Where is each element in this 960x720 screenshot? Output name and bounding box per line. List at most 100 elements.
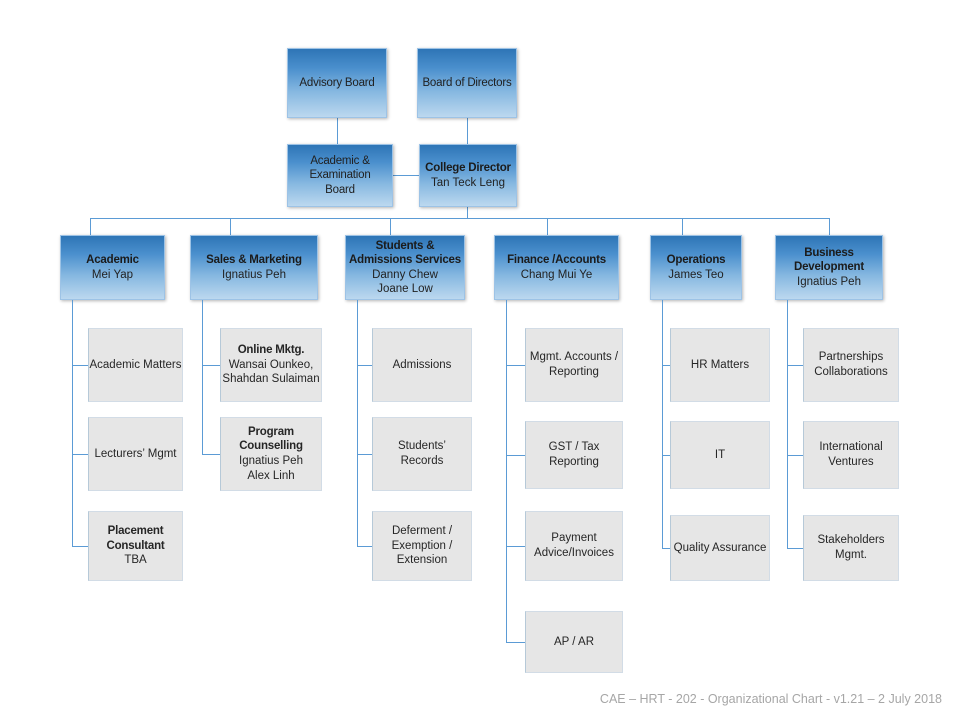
- leaf-sales-marketing-1[interactable]: Program Counselling Ignatius Peh Alex Linh: [220, 417, 322, 491]
- leaf-academic-1[interactable]: Lecturers’ Mgmt: [88, 417, 183, 491]
- leaf-finance-accounts-0[interactable]: Mgmt. Accounts / Reporting: [525, 328, 623, 402]
- advisory-board-title: Advisory Board: [299, 76, 375, 89]
- connector-spine-academic: [72, 300, 73, 546]
- leaf-person: Ignatius Peh: [239, 455, 303, 467]
- node-advisory-board[interactable]: Advisory Board: [287, 48, 387, 118]
- connector-leaf-finance-accounts-1: [506, 455, 525, 456]
- leaf-finance-accounts-2[interactable]: Payment Advice/Invoices: [525, 511, 623, 581]
- connector-leaf-business-development-2: [787, 548, 803, 549]
- connector-advisory-to-academic-board: [337, 118, 338, 144]
- connector-leaf-operations-2: [662, 548, 670, 549]
- connector-leaf-students-admissions-2: [357, 546, 372, 547]
- department-title-finance-accounts: Finance /Accounts: [507, 254, 606, 267]
- leaf-title: Stakeholders Mgmt.: [817, 534, 885, 561]
- leaf-operations-1[interactable]: IT: [670, 421, 770, 489]
- leaf-title: GST / Tax Reporting: [548, 441, 600, 468]
- leaf-person: TBA: [124, 554, 147, 567]
- leaf-students-admissions-0[interactable]: Admissions: [372, 328, 472, 402]
- college-director-title: College Director: [425, 162, 511, 175]
- leaf-title: Deferment / Exemption / Extension: [391, 524, 453, 567]
- leaf-operations-0[interactable]: HR Matters: [670, 328, 770, 402]
- leaf-title: Students’ Records: [398, 440, 446, 467]
- leaf-person: Wansai Ounkeo,: [228, 358, 314, 371]
- connector-leaf-finance-accounts-3: [506, 642, 525, 643]
- connector-department-bus: [90, 218, 829, 219]
- leaf-business-development-2[interactable]: Stakeholders Mgmt.: [803, 515, 899, 581]
- leaf-students-admissions-2[interactable]: Deferment / Exemption / Extension: [372, 511, 472, 581]
- connector-bus-drop-operations: [682, 218, 683, 235]
- connector-leaf-operations-1: [662, 455, 670, 456]
- connector-spine-operations: [662, 300, 663, 548]
- department-person-sales-marketing: Ignatius Peh: [222, 268, 286, 281]
- leaf-operations-2[interactable]: Quality Assurance: [670, 515, 770, 581]
- leaf-title: Placement Consultant: [106, 524, 165, 552]
- department-person-academic: Mei Yap: [91, 268, 134, 281]
- connector-leaf-business-development-1: [787, 455, 803, 456]
- leaf-title: IT: [714, 448, 726, 461]
- connector-spine-finance-accounts: [506, 300, 507, 642]
- connector-leaf-academic-2: [72, 546, 88, 547]
- academic-exam-board-line1: Academic &: [310, 155, 370, 168]
- connector-leaf-finance-accounts-0: [506, 365, 525, 366]
- connector-academic-board-to-college-director: [393, 175, 419, 176]
- node-department-sales-marketing[interactable]: Sales & Marketing Ignatius Peh: [190, 235, 318, 300]
- node-board-of-directors[interactable]: Board of Directors: [417, 48, 517, 118]
- academic-exam-board-line3: Board: [325, 183, 355, 196]
- leaf-title: Online Mktg.: [237, 343, 305, 356]
- connector-leaf-students-admissions-1: [357, 454, 372, 455]
- department-person-students-admissions: Danny Chew Joane Low: [372, 268, 438, 295]
- connector-bus-drop-academic: [90, 218, 91, 235]
- node-department-business-development[interactable]: Business Development Ignatius Peh: [775, 235, 883, 300]
- leaf-title: Admissions: [392, 358, 452, 371]
- department-person-business-development: Ignatius Peh: [797, 275, 861, 288]
- leaf-students-admissions-1[interactable]: Students’ Records: [372, 417, 472, 491]
- connector-leaf-sales-marketing-1: [202, 454, 220, 455]
- leaf-academic-2[interactable]: Placement Consultant TBA: [88, 511, 183, 581]
- leaf-title: Lecturers’ Mgmt: [94, 447, 177, 460]
- leaf-title: AP / AR: [553, 635, 595, 648]
- node-department-students-admissions[interactable]: Students & Admissions Services Danny Chew J…: [345, 235, 465, 300]
- leaf-title: International Ventures: [819, 441, 883, 468]
- leaf-title: Program Counselling: [239, 425, 303, 453]
- leaf-finance-accounts-3[interactable]: AP / AR: [525, 611, 623, 673]
- node-department-academic[interactable]: Academic Mei Yap: [60, 235, 165, 300]
- connector-bus-drop-students-admissions: [390, 218, 391, 235]
- leaf-business-development-1[interactable]: International Ventures: [803, 421, 899, 489]
- connector-leaf-sales-marketing-0: [202, 365, 220, 366]
- connector-leaf-operations-0: [662, 365, 670, 366]
- connector-bus-drop-business-development: [829, 218, 830, 235]
- node-department-operations[interactable]: Operations James Teo: [650, 235, 742, 300]
- department-title-business-development: Business Development: [793, 247, 864, 274]
- leaf-sales-marketing-0[interactable]: Online Mktg. Wansai Ounkeo, Shahdan Sulaim…: [220, 328, 322, 402]
- leaf-finance-accounts-1[interactable]: GST / Tax Reporting: [525, 421, 623, 489]
- connector-spine-students-admissions: [357, 300, 358, 546]
- connector-bus-drop-finance-accounts: [547, 218, 548, 235]
- connector-leaf-business-development-0: [787, 365, 803, 366]
- department-person-finance-accounts: Chang Mui Ye: [520, 268, 593, 281]
- node-academic-examination-board[interactable]: Academic & Examination Board: [287, 144, 393, 207]
- connector-leaf-finance-accounts-2: [506, 546, 525, 547]
- connector-leaf-students-admissions-0: [357, 365, 372, 366]
- department-title-operations: Operations: [666, 254, 726, 267]
- connector-spine-business-development: [787, 300, 788, 548]
- department-title-academic: Academic: [86, 254, 139, 267]
- leaf-title: Mgmt. Accounts / Reporting: [529, 351, 619, 378]
- department-title-students-admissions: Students & Admissions Services: [349, 240, 461, 267]
- leaf-business-development-0[interactable]: Partnerships Collaborations: [803, 328, 899, 402]
- connector-college-director-drop: [467, 207, 468, 218]
- leaf-person: Alex Linh: [247, 469, 295, 482]
- college-director-person: Tan Teck Leng: [431, 176, 505, 189]
- leaf-title: Partnerships Collaborations: [814, 351, 888, 378]
- connector-leaf-academic-1: [72, 454, 88, 455]
- connector-spine-sales-marketing: [202, 300, 203, 454]
- leaf-title: Quality Assurance: [673, 541, 767, 554]
- academic-exam-board-line2: Examination: [309, 169, 371, 182]
- chart-footer-caption: CAE – HRT - 202 - Organizational Chart -…: [599, 692, 942, 706]
- org-chart-canvas: Advisory Board Board of Directors Academ…: [0, 0, 960, 720]
- leaf-academic-0[interactable]: Academic Matters: [88, 328, 183, 402]
- node-department-finance-accounts[interactable]: Finance /Accounts Chang Mui Ye: [494, 235, 619, 300]
- leaf-title: Academic Matters: [89, 358, 182, 371]
- node-college-director[interactable]: College Director Tan Teck Leng: [419, 144, 517, 207]
- connector-bod-to-college-director: [467, 118, 468, 144]
- department-title-sales-marketing: Sales & Marketing: [206, 254, 302, 267]
